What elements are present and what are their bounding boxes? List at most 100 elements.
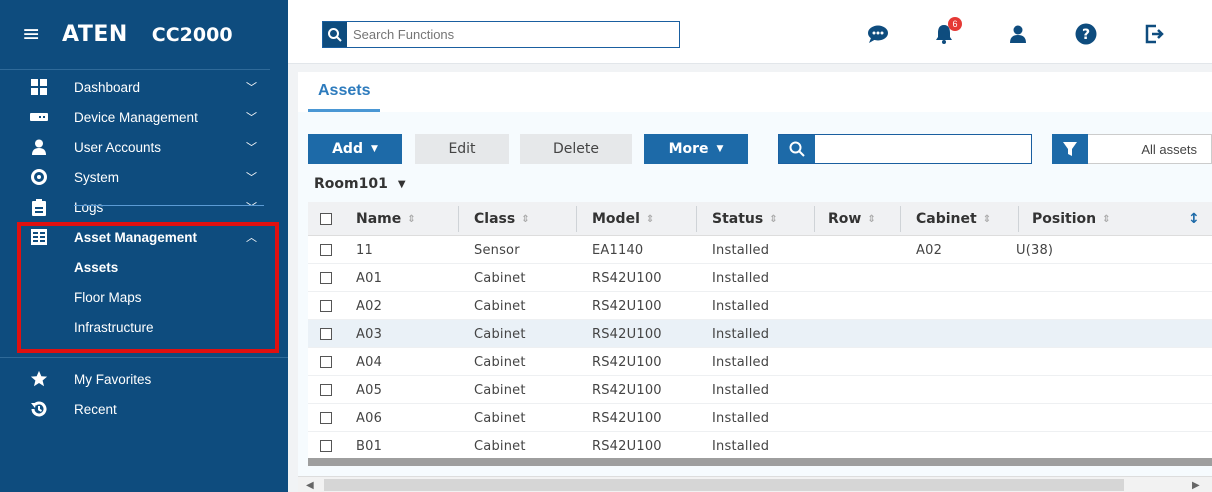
table-row[interactable]: A02 Cabinet RS42U100 Installed [308, 292, 1212, 320]
sort-icon: ⇕ [645, 213, 655, 225]
column-label: Cabinet [916, 211, 977, 227]
hamburger-menu-icon[interactable]: ≡ [22, 22, 62, 47]
cell-model: RS42U100 [592, 326, 662, 342]
more-button[interactable]: More ▼ [644, 134, 748, 164]
chevron-down-icon[interactable]: ﹀ [246, 109, 257, 125]
scroll-left-icon[interactable]: ◀ [306, 477, 314, 492]
column-separator[interactable] [576, 206, 577, 232]
cell-name: B01 [356, 438, 383, 454]
gear-icon [30, 168, 48, 186]
column-header-row[interactable]: Row ⇕ [828, 202, 876, 236]
row-checkbox[interactable] [320, 300, 332, 312]
sidebar-item-dashboard[interactable]: Dashboard ﹀ [0, 72, 288, 102]
cell-model: RS42U100 [592, 438, 662, 454]
row-checkbox[interactable] [320, 384, 332, 396]
table-row[interactable]: A01 Cabinet RS42U100 Installed [308, 264, 1212, 292]
row-checkbox[interactable] [320, 356, 332, 368]
cell-class: Sensor [474, 242, 520, 258]
filter-button[interactable] [1052, 134, 1088, 164]
cell-position: U(38) [1016, 242, 1054, 258]
sort-icon: ⇕ [521, 213, 530, 225]
cell-status: Installed [712, 354, 770, 370]
search-icon[interactable] [779, 135, 815, 163]
device-icon [30, 108, 48, 126]
cell-name: 11 [356, 242, 373, 258]
cell-name: A04 [356, 354, 383, 370]
row-checkbox[interactable] [320, 244, 332, 256]
add-button[interactable]: Add ▼ [308, 134, 402, 164]
row-checkbox[interactable] [320, 328, 332, 340]
table-row[interactable]: A03 Cabinet RS42U100 Installed [308, 320, 1212, 348]
cell-class: Cabinet [474, 326, 526, 342]
column-header-cabinet[interactable]: Cabinet ⇕ [916, 202, 991, 236]
table-row[interactable]: 11 Sensor EA1140 Installed A02 U(38) [308, 236, 1212, 264]
cell-status: Installed [712, 270, 770, 286]
row-checkbox[interactable] [320, 440, 332, 452]
asset-scope-select[interactable]: All assets [1088, 134, 1212, 164]
sidebar-item-system[interactable]: System ﹀ [0, 162, 288, 192]
sidebar-item-my-favorites[interactable]: My Favorites [0, 364, 288, 394]
search-input[interactable] [347, 22, 679, 47]
cell-class: Cabinet [474, 438, 526, 454]
table-row[interactable]: A04 Cabinet RS42U100 Installed [308, 348, 1212, 376]
chevron-down-icon[interactable]: ﹀ [246, 199, 257, 215]
column-header-model[interactable]: Model ⇕ [592, 202, 654, 236]
sidebar-divider [0, 357, 288, 358]
column-separator[interactable] [814, 206, 815, 232]
cell-model: EA1140 [592, 242, 644, 258]
content-area: Assets Add ▼ Edit Delete More ▼ All assets… [288, 64, 1212, 492]
scroll-right-icon[interactable]: ▶ [1192, 477, 1200, 492]
select-all-checkbox[interactable] [320, 213, 332, 225]
cell-cabinet: A02 [916, 242, 943, 258]
help-icon[interactable]: ? [1074, 22, 1098, 46]
scroll-thumb[interactable] [324, 479, 1124, 491]
table-row[interactable]: A06 Cabinet RS42U100 Installed [308, 404, 1212, 432]
logout-icon[interactable] [1142, 22, 1166, 46]
sidebar-item-label: System [74, 169, 120, 185]
sidebar-item-user-accounts[interactable]: User Accounts ﹀ [0, 132, 288, 162]
chevron-down-icon[interactable]: ﹀ [246, 139, 257, 155]
active-underline [74, 205, 264, 206]
column-header-name[interactable]: Name ⇕ [356, 202, 416, 236]
column-label: Class [474, 211, 516, 227]
caret-down-icon: ▼ [716, 144, 724, 154]
user-profile-icon[interactable] [1006, 22, 1030, 46]
chevron-down-icon[interactable]: ﹀ [246, 79, 257, 95]
column-header-class[interactable]: Class ⇕ [474, 202, 530, 236]
room-selector[interactable]: Room101 ▼ [314, 176, 406, 192]
caret-down-icon: ▼ [397, 178, 406, 190]
column-label: Row [828, 211, 862, 227]
cell-status: Installed [712, 242, 770, 258]
row-checkbox[interactable] [320, 272, 332, 284]
table-body: 11 Sensor EA1140 Installed A02 U(38) A01 Cabine… [308, 236, 1212, 460]
chat-icon[interactable] [866, 22, 890, 46]
column-separator[interactable] [900, 206, 901, 232]
delete-button[interactable]: Delete [520, 134, 632, 164]
column-separator[interactable] [696, 206, 697, 232]
horizontal-scrollbar[interactable]: ◀ ▶ [298, 476, 1212, 492]
assets-panel: Assets Add ▼ Edit Delete More ▼ All assets… [298, 72, 1212, 492]
function-search [322, 21, 680, 48]
table-row[interactable]: B01 Cabinet RS42U100 Installed [308, 432, 1212, 460]
column-separator[interactable] [1018, 206, 1019, 232]
cell-name: A06 [356, 410, 383, 426]
dashboard-icon [30, 78, 48, 96]
sidebar-item-device-management[interactable]: Device Management ﹀ [0, 102, 288, 132]
column-header-status[interactable]: Status ⇕ [712, 202, 778, 236]
column-header-position[interactable]: Position ⇕ [1032, 202, 1110, 236]
column-separator[interactable] [458, 206, 459, 232]
edit-button[interactable]: Edit [415, 134, 509, 164]
row-checkbox[interactable] [320, 412, 332, 424]
search-icon[interactable] [323, 22, 347, 47]
chevron-down-icon[interactable]: ﹀ [246, 169, 257, 185]
sidebar-item-logs[interactable]: Logs ﹀ [0, 192, 288, 222]
sidebar-item-label: Logs [74, 199, 104, 215]
table-header: Name ⇕ Class ⇕ Model ⇕ Status ⇕ Row ⇕ Cabinet… [308, 202, 1212, 236]
asset-search-input[interactable] [815, 135, 1031, 163]
column-settings-icon[interactable]: ↕ [1188, 202, 1200, 236]
tab-assets[interactable]: Assets [308, 72, 381, 112]
table-row[interactable]: A05 Cabinet RS42U100 Installed [308, 376, 1212, 404]
notification-bell-icon[interactable]: 6 [932, 17, 962, 46]
sidebar-item-recent[interactable]: Recent [0, 394, 288, 424]
cell-class: Cabinet [474, 410, 526, 426]
